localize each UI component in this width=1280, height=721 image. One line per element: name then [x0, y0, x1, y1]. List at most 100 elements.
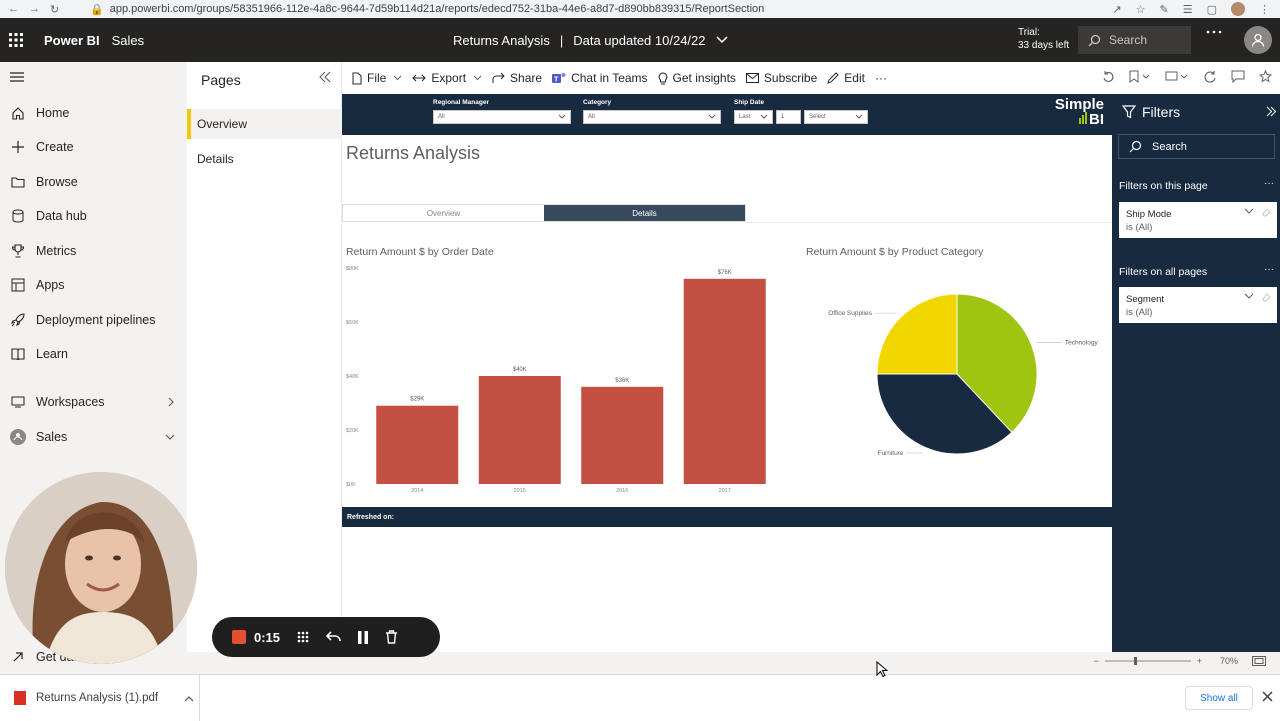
download-item[interactable]: Returns Analysis (1).pdf [0, 675, 200, 721]
trash-icon[interactable] [385, 630, 398, 644]
app-launcher-icon[interactable] [0, 33, 32, 47]
filters-search[interactable]: Search [1118, 134, 1275, 159]
x-tick-label: 2017 [719, 488, 731, 494]
eraser-icon[interactable] [1262, 293, 1271, 302]
show-all-button[interactable]: Show all [1185, 686, 1253, 710]
extensions-icon[interactable]: ✎ [1160, 3, 1169, 16]
nav-button-details[interactable]: Details [544, 205, 745, 221]
more-options-icon[interactable] [1206, 30, 1222, 34]
reset-icon[interactable] [1102, 70, 1115, 83]
reload-icon[interactable]: ↻ [50, 3, 59, 16]
pie-chart[interactable]: Technology Furniture Office Supplies [812, 274, 1102, 474]
nav-home[interactable]: Home [0, 98, 187, 128]
bookmark-icon[interactable] [1129, 70, 1151, 83]
fit-to-page-icon[interactable] [1252, 656, 1266, 666]
category-dropdown[interactable]: All [583, 110, 721, 124]
file-icon [352, 72, 362, 84]
lock-icon: 🔒 [90, 3, 104, 16]
zoom-in-icon[interactable]: + [1197, 656, 1202, 666]
grid-icon[interactable] [296, 630, 310, 644]
more-actions[interactable]: ··· [875, 71, 887, 85]
slicer-label: Ship Date [734, 99, 764, 106]
workspace-name[interactable]: Sales [112, 33, 145, 48]
undo-icon[interactable] [326, 631, 341, 643]
chevron-right-icon[interactable] [168, 397, 175, 407]
expand-pane-icon[interactable] [1266, 106, 1276, 117]
stop-recording-button[interactable] [232, 630, 246, 644]
nav-data-hub[interactable]: Data hub [0, 201, 187, 231]
chevron-down-icon [393, 75, 402, 81]
browser-menu-icon[interactable]: ⋮ [1259, 3, 1270, 16]
ship-date-unit-dropdown[interactable]: Select [804, 110, 868, 124]
ship-date-period-dropdown[interactable]: Last [734, 110, 773, 124]
nav-button-overview[interactable]: Overview [343, 205, 544, 221]
address-bar[interactable]: 🔒 app.powerbi.com/groups/58351966-112e-4… [90, 0, 1112, 18]
file-menu[interactable]: File [352, 71, 402, 85]
browser-bar: ← → ↻ 🔒 app.powerbi.com/groups/58351966-… [0, 0, 1280, 18]
subscribe-button[interactable]: Subscribe [745, 71, 817, 85]
slicer-value: All [588, 114, 595, 120]
collapse-pane-icon[interactable] [318, 71, 332, 83]
favorite-star-icon[interactable] [1259, 70, 1272, 83]
chat-in-teams-button[interactable]: T Chat in Teams [552, 71, 648, 85]
nav-apps[interactable]: Apps [0, 270, 187, 300]
filter-card-segment[interactable]: Segment is (All) [1119, 287, 1277, 323]
profile-avatar[interactable] [1231, 2, 1245, 16]
webcam-overlay [5, 472, 197, 664]
sidepanel-icon[interactable]: ▢ [1207, 3, 1217, 16]
zoom-slider[interactable] [1104, 656, 1191, 666]
more-options-icon[interactable]: ··· [1264, 178, 1274, 189]
bookmark-star-icon[interactable]: ☆ [1136, 3, 1146, 16]
export-menu[interactable]: Export [412, 71, 482, 85]
nav-create[interactable]: Create [0, 132, 187, 162]
chevron-down-icon[interactable] [165, 434, 175, 441]
refresh-icon[interactable] [1203, 70, 1217, 83]
tab-search-icon[interactable]: ☰ [1183, 3, 1193, 16]
page-tab-overview[interactable]: Overview [187, 109, 342, 139]
brand-name[interactable]: Power BI [44, 33, 100, 48]
data-updated[interactable]: Data updated 10/24/22 [573, 33, 705, 48]
chevron-down-icon [558, 114, 566, 119]
header-search[interactable]: Search [1078, 26, 1191, 54]
hamburger-menu-icon[interactable] [10, 72, 24, 82]
chevron-down-icon[interactable] [715, 36, 728, 44]
url-text[interactable]: app.powerbi.com/groups/58351966-112e-4a8… [110, 3, 765, 15]
account-avatar[interactable] [1244, 26, 1272, 54]
view-icon[interactable] [1165, 70, 1189, 83]
data-label: $36K [615, 378, 629, 384]
nav-label: Apps [36, 278, 65, 292]
back-icon[interactable]: ← [8, 3, 19, 16]
forward-icon[interactable]: → [29, 3, 40, 16]
comment-icon[interactable] [1231, 70, 1245, 83]
pause-icon[interactable] [357, 630, 369, 644]
zoom-out-icon[interactable]: − [1093, 656, 1098, 666]
pages-pane: Pages Overview Details [187, 62, 342, 652]
bar-chart[interactable]: $0K $20K $40K $60K $80K $29K 2014 $40K 2015 $36K 2… [342, 260, 782, 496]
nav-metrics[interactable]: Metrics [0, 236, 187, 266]
logo-bars-icon [1079, 112, 1088, 127]
more-options-icon[interactable]: ··· [1264, 264, 1274, 275]
share-button[interactable]: Share [492, 71, 542, 85]
plus-icon [12, 141, 24, 153]
trial-status[interactable]: Trial: 33 days left [1018, 26, 1069, 52]
nav-browse[interactable]: Browse [0, 167, 187, 197]
chevron-down-icon[interactable] [1244, 293, 1254, 300]
edit-button[interactable]: Edit [827, 71, 865, 85]
ship-date-count-input[interactable]: 1 [776, 110, 801, 124]
pdf-file-icon [14, 691, 26, 705]
close-icon[interactable] [1262, 691, 1273, 702]
refreshed-label: Refreshed on: [347, 513, 395, 521]
nav-sales-workspace[interactable]: Sales [0, 422, 187, 452]
share-page-icon[interactable]: ↗ [1112, 3, 1121, 16]
chevron-up-icon[interactable] [184, 695, 194, 702]
nav-learn[interactable]: Learn [0, 339, 187, 369]
filter-card-ship-mode[interactable]: Ship Mode is (All) [1119, 202, 1277, 238]
slicer-regional-manager: Regional Manager All [433, 99, 571, 124]
nav-deployment-pipelines[interactable]: Deployment pipelines [0, 305, 187, 335]
page-tab-details[interactable]: Details [187, 144, 342, 174]
regional-manager-dropdown[interactable]: All [433, 110, 571, 124]
chevron-down-icon[interactable] [1244, 208, 1254, 215]
nav-workspaces[interactable]: Workspaces [0, 387, 187, 417]
eraser-icon[interactable] [1262, 208, 1271, 217]
get-insights-button[interactable]: Get insights [658, 71, 736, 85]
